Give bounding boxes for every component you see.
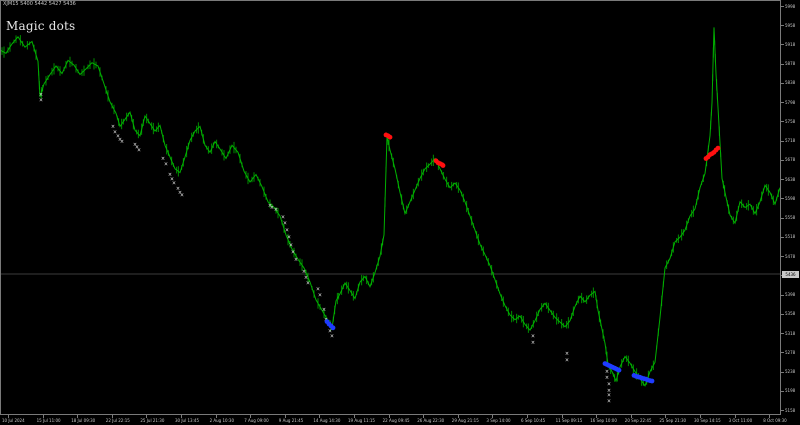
price-tick-label: 5278	[785, 349, 796, 355]
price-tick-label: 5198	[785, 388, 796, 394]
price-tick-mark	[781, 198, 784, 200]
time-axis[interactable]: 10 Jul 2024 15 Jul 11:00 18 Jul 09:30 22 Ju…	[0, 415, 787, 425]
price-tick-label: 5678	[785, 157, 796, 163]
price-tick-label: 5958	[785, 22, 796, 28]
price-tick-label: 5758	[785, 118, 796, 124]
price-tick-label: 5398	[785, 292, 796, 298]
price-tick-mark	[781, 371, 784, 373]
price-tick-label: 5318	[785, 330, 796, 336]
price-tick-mark	[781, 159, 784, 161]
price-tick-mark	[781, 236, 784, 238]
time-tick-label: 11 Sep 09:15	[555, 418, 583, 423]
price-tick-mark	[781, 102, 784, 104]
price-tick-mark	[781, 410, 784, 411]
price-tick-label: 5598	[785, 195, 796, 201]
price-tick-mark	[781, 179, 784, 181]
price-axis[interactable]: 5998 5958 5918 5878 5838 5798 5758 5718 5678 5638…	[781, 0, 800, 415]
time-tick-label: 30 Jul 13:45	[175, 418, 199, 423]
time-tick-label: 16 Sep 10:00	[590, 418, 617, 423]
price-tick-mark	[781, 63, 784, 65]
price-tick-label: 5918	[785, 41, 796, 47]
price-tick-label: 5638	[785, 176, 796, 182]
price-tick-label: 5798	[785, 99, 796, 105]
time-tick-label: 8 Oct 09:30	[763, 418, 787, 423]
time-tick-label: 20 Sep 22:45	[624, 418, 652, 423]
time-tick-label: 19 Aug 11:15	[348, 418, 375, 423]
time-tick-label: 25 Jul 21:30	[140, 418, 165, 423]
time-tick-label: 3 Sep 14:00	[486, 418, 511, 423]
time-tick-label: 14 Aug 14:30	[313, 418, 341, 423]
price-tick-mark	[781, 121, 784, 123]
price-tick-mark	[781, 25, 784, 27]
chart-window[interactable]: × × × × × × × × × × × × × × × × × × × × × × × × × × × × × × × × × × × × × × × ×…	[0, 0, 800, 425]
price-tick-mark	[781, 82, 784, 84]
time-tick-label: 22 Aug 09:45	[382, 418, 410, 423]
time-tick-label: 26 Aug 22:30	[417, 418, 445, 423]
chart-frame	[0, 0, 781, 415]
time-tick-label: 7 Aug 09:00	[244, 418, 269, 423]
price-tick-mark	[781, 140, 784, 142]
time-tick-label: 30 Sep 14:15	[694, 418, 721, 423]
price-tick-label: 5558	[785, 215, 796, 221]
price-tick-label: 5238	[785, 369, 796, 375]
indicator-label: Magic dots	[6, 19, 76, 33]
time-tick-label: 2 Aug 10:30	[209, 418, 235, 423]
time-tick-label: 10 Jul 2024	[2, 418, 25, 423]
price-tick-mark	[781, 294, 784, 296]
price-tick-mark	[781, 6, 784, 7]
price-tick-mark	[781, 333, 784, 335]
price-tick-label: 5718	[785, 138, 796, 144]
time-tick-label: 15 Jul 11:00	[36, 418, 61, 423]
price-tick-label: 5518	[785, 234, 796, 240]
time-tick-label: 9 Aug 21:45	[278, 418, 304, 423]
price-tick-mark	[781, 44, 784, 46]
price-tick-label: 5478	[785, 253, 796, 259]
time-tick-label: 18 Jul 09:30	[71, 418, 96, 423]
time-tick-label: 25 Sep 21:30	[659, 418, 687, 423]
price-tick-label: 5358	[785, 311, 796, 317]
price-tick-label: 5878	[785, 61, 796, 67]
price-tick-mark	[781, 390, 784, 392]
price-tick-mark	[781, 256, 784, 258]
price-tick-mark	[781, 313, 784, 315]
time-tick-label: 22 Jul 22:15	[105, 418, 130, 423]
symbol-info-header: XJM15 5400 5442 5427 5436	[3, 1, 76, 7]
price-tick-label: 5998	[785, 3, 796, 9]
current-price-tag: 5436	[782, 271, 799, 278]
price-tick-label: 5838	[785, 80, 796, 86]
time-tick-label: 29 Aug 21:15	[451, 418, 479, 423]
price-tick-mark	[781, 352, 784, 354]
price-tick-label: 5158	[785, 407, 796, 413]
price-tick-mark	[781, 217, 784, 219]
time-tick-label: 6 Sep 10:45	[521, 418, 546, 423]
time-tick-label: 3 Oct 11:00	[728, 418, 753, 423]
